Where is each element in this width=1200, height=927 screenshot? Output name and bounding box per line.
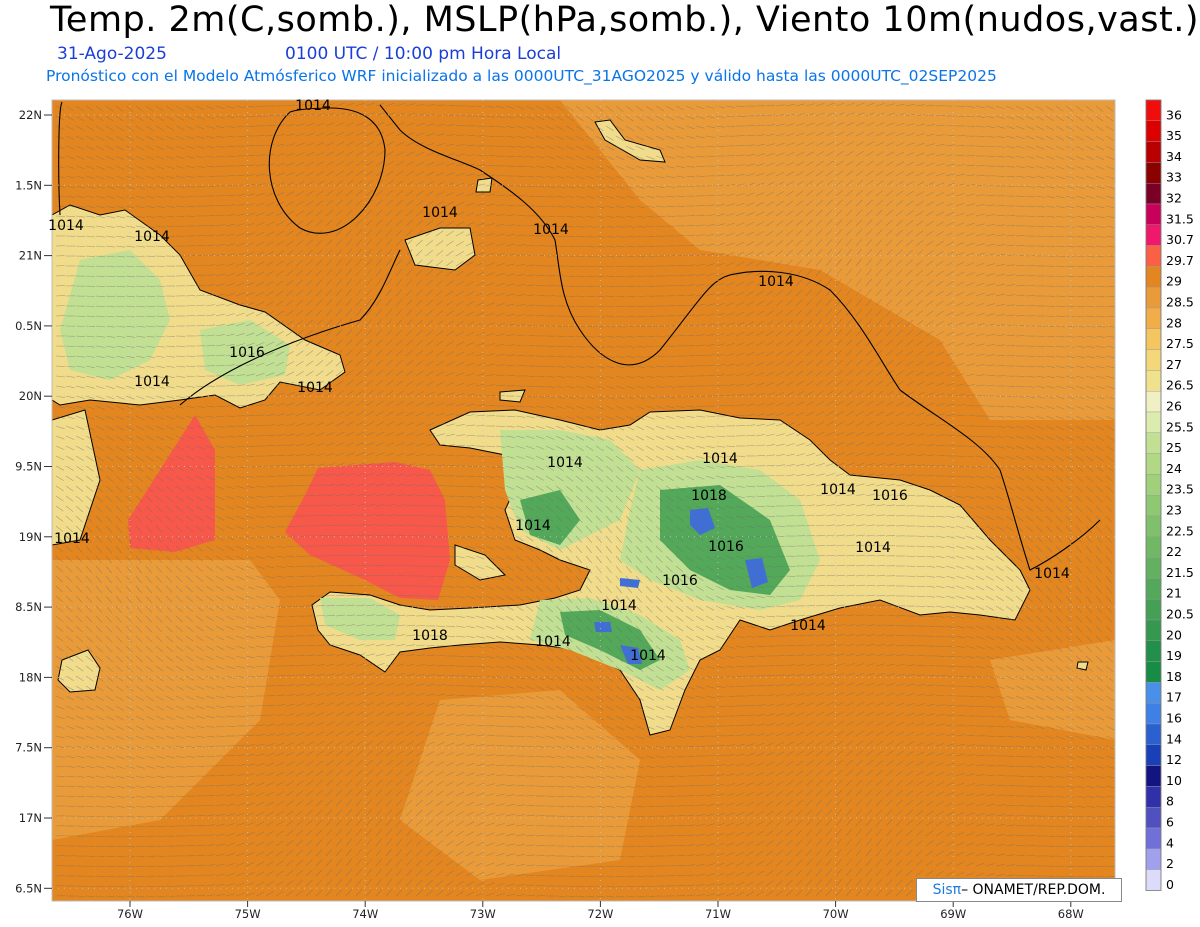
weather-map: 22N1.5N21N0.5N20N9.5N19N8.5N18N7.5N17N6.… <box>15 98 1194 921</box>
